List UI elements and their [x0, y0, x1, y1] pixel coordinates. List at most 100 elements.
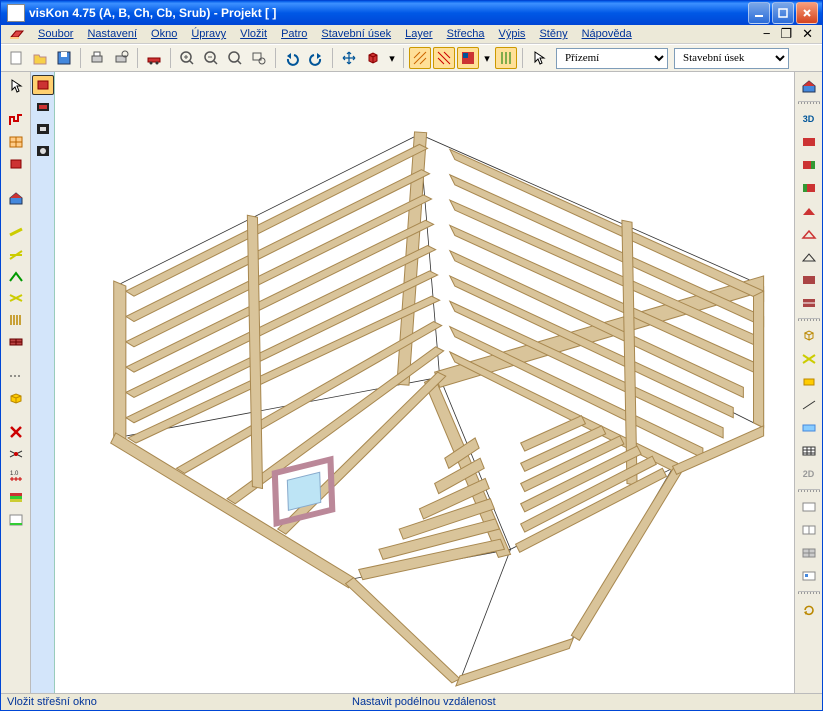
brick-tool[interactable]: [5, 332, 27, 352]
window-grid-tool[interactable]: [5, 132, 27, 152]
viewport-canvas[interactable]: [55, 72, 794, 693]
iso-view-button[interactable]: [798, 326, 820, 346]
cube-dropdown-button[interactable]: ▾: [386, 47, 398, 69]
menu-upravy[interactable]: Úpravy: [184, 26, 233, 42]
zoom-window-button[interactable]: [248, 47, 270, 69]
panel-view-2[interactable]: [798, 293, 820, 313]
layers-tool[interactable]: [5, 488, 27, 508]
box-yellow-tool[interactable]: [5, 388, 27, 408]
workarea: 1.0: [1, 72, 822, 693]
hatch-tool-1[interactable]: [409, 47, 431, 69]
export-button[interactable]: [143, 47, 165, 69]
zoom-out-button[interactable]: [200, 47, 222, 69]
view-red-3[interactable]: [798, 178, 820, 198]
view-red-2[interactable]: [798, 155, 820, 175]
move-button[interactable]: [338, 47, 360, 69]
eraser-icon[interactable]: [9, 27, 25, 41]
print-preview-button[interactable]: [110, 47, 132, 69]
hatch-vert-tool[interactable]: [5, 310, 27, 330]
left-palette: [31, 72, 55, 693]
statusbar: Vložit střešní okno Nastavit podélnou vz…: [1, 693, 822, 710]
menu-soubor[interactable]: Soubor: [31, 26, 80, 42]
sheet-tool[interactable]: [5, 510, 27, 530]
mdi-restore-button[interactable]: ❐: [777, 26, 795, 42]
palette-item-4[interactable]: [32, 141, 54, 161]
house-tool[interactable]: [5, 188, 27, 208]
layout-2-button[interactable]: [798, 520, 820, 540]
roof-view-1[interactable]: [798, 201, 820, 221]
main-toolbar: ▾ ▾ Přízemí Stavební úsek: [1, 44, 822, 72]
palette-item-3[interactable]: [32, 119, 54, 139]
delete-x-tool[interactable]: [5, 422, 27, 442]
save-button[interactable]: [53, 47, 75, 69]
layout-3-button[interactable]: [798, 543, 820, 563]
beam-tool-1[interactable]: [5, 222, 27, 242]
palette-item-2[interactable]: [32, 97, 54, 117]
tool-line[interactable]: [798, 395, 820, 415]
close-button[interactable]: [796, 2, 818, 24]
view-red-1[interactable]: [798, 132, 820, 152]
select-tool[interactable]: [5, 76, 27, 96]
undo-button[interactable]: [281, 47, 303, 69]
palette-item-1[interactable]: [32, 75, 54, 95]
view-2d-button[interactable]: 2D: [798, 464, 820, 484]
app-icon: [7, 4, 25, 22]
hatch-tool-2[interactable]: [433, 47, 455, 69]
menu-stavebni-usek[interactable]: Stavební úsek: [314, 26, 398, 42]
measure-tool[interactable]: 1.0: [5, 466, 27, 486]
zoom-in-button[interactable]: [176, 47, 198, 69]
tool-yellow-2[interactable]: [798, 372, 820, 392]
menu-okno[interactable]: Okno: [144, 26, 184, 42]
mdi-close-button[interactable]: ✕: [799, 26, 816, 42]
titlebar[interactable]: visKon 4.75 (A, B, Ch, Cb, Srub) - Proje…: [1, 1, 822, 25]
menu-nastaveni[interactable]: Nastavení: [80, 26, 144, 42]
redo-button[interactable]: [305, 47, 327, 69]
home-view-button[interactable]: [798, 76, 820, 96]
tool-blue-1[interactable]: [798, 418, 820, 438]
layout-4-button[interactable]: [798, 566, 820, 586]
new-file-button[interactable]: [5, 47, 27, 69]
maximize-button[interactable]: [772, 2, 794, 24]
beam-tool-2[interactable]: [5, 244, 27, 264]
profile-red-tool[interactable]: [5, 110, 27, 130]
status-left: Vložit střešní okno: [1, 696, 346, 708]
layout-1-button[interactable]: [798, 497, 820, 517]
left-toolbox: 1.0: [1, 72, 31, 693]
zoom-extent-button[interactable]: [224, 47, 246, 69]
roof-window-tool[interactable]: [5, 154, 27, 174]
tool-table[interactable]: [798, 441, 820, 461]
beam-tool-3[interactable]: [5, 266, 27, 286]
window-title: visKon 4.75 (A, B, Ch, Cb, Srub) - Proje…: [29, 6, 747, 20]
menu-layer[interactable]: Layer: [398, 26, 440, 42]
hatch-tool-4[interactable]: [495, 47, 517, 69]
refresh-button[interactable]: [798, 599, 820, 619]
status-right: Nastavit podélnou vzdálenost: [346, 696, 496, 708]
hatch-dropdown-button[interactable]: ▾: [481, 47, 493, 69]
mdi-minimize-button[interactable]: −: [760, 26, 774, 42]
pointer-tool[interactable]: [528, 47, 550, 69]
floor-select[interactable]: Přízemí: [556, 48, 668, 69]
cube-button[interactable]: [362, 47, 384, 69]
menu-patro[interactable]: Patro: [274, 26, 314, 42]
menu-napoveda[interactable]: Nápověda: [575, 26, 639, 42]
menu-vypis[interactable]: Výpis: [492, 26, 533, 42]
roof-view-2[interactable]: [798, 224, 820, 244]
open-file-button[interactable]: [29, 47, 51, 69]
section-select[interactable]: Stavební úsek: [674, 48, 789, 69]
joint-tool[interactable]: [5, 444, 27, 464]
dashed-line-tool[interactable]: [5, 366, 27, 386]
print-button[interactable]: [86, 47, 108, 69]
app-window: visKon 4.75 (A, B, Ch, Cb, Srub) - Proje…: [0, 0, 823, 711]
right-toolbox: 3D 2D: [794, 72, 822, 693]
hatch-tool-3[interactable]: [457, 47, 479, 69]
svg-text:1.0: 1.0: [10, 471, 19, 477]
minimize-button[interactable]: [748, 2, 770, 24]
view-3d-button[interactable]: 3D: [798, 109, 820, 129]
beam-tool-4[interactable]: [5, 288, 27, 308]
outline-view[interactable]: [798, 247, 820, 267]
menu-steny[interactable]: Stěny: [532, 26, 574, 42]
menu-strecha[interactable]: Střecha: [440, 26, 492, 42]
menu-vlozit[interactable]: Vložit: [233, 26, 274, 42]
panel-view-1[interactable]: [798, 270, 820, 290]
tool-yellow-1[interactable]: [798, 349, 820, 369]
